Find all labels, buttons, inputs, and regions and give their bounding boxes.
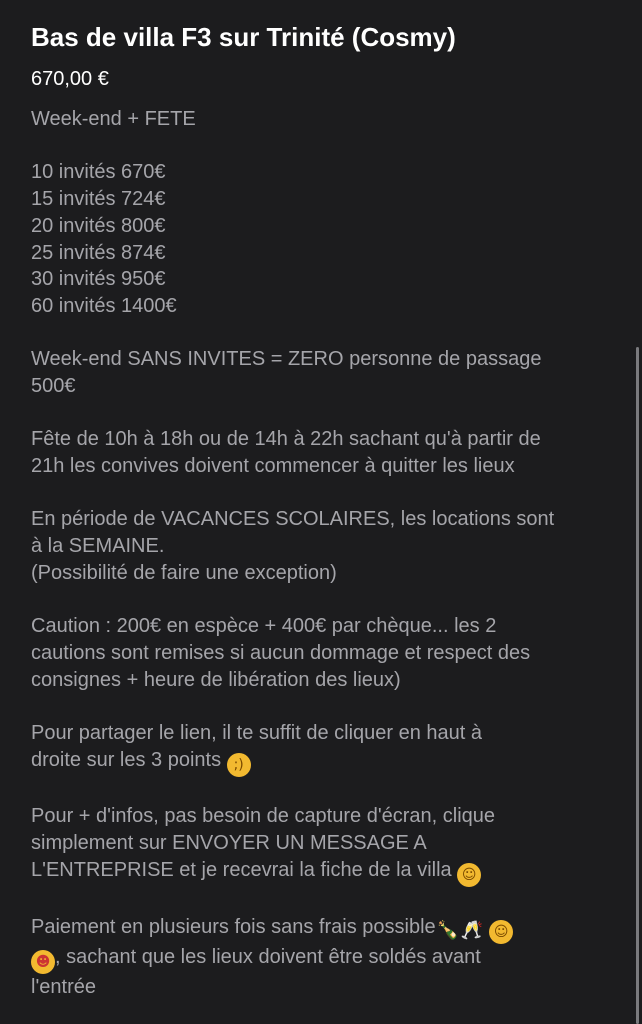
desc-line: 10 invités 670€ [31,161,166,184]
desc-line: 500€ [31,375,76,397]
desc-line: 30 invités 950€ [31,268,166,291]
desc-line: Pour partager le lien, il te suffit de c… [31,722,483,745]
champagne-bottle-icon: 🍾 [436,919,459,941]
listing-price: 670,00 € [31,68,109,90]
winking-face-icon: ;) [226,752,251,777]
desc-line: ☻, sachant que les lieux doivent être so… [31,944,616,974]
desc-line: Caution : 200€ en espèce + 400€ par chèq… [31,615,497,638]
desc-paragraph-weekend-fete: Week-end + FETE [31,106,616,133]
desc-line: droite sur les 3 points ;) [31,747,616,777]
desc-line-text: droite sur les 3 points [31,748,222,771]
desc-paragraph-school-holidays: En période de VACANCES SCOLAIRES, les lo… [31,506,616,586]
desc-line-text: L'ENTREPRISE et je recevrai la fiche de … [31,858,452,881]
desc-line: 25 invités 874€ [31,241,166,264]
desc-line: 15 invités 724€ [31,188,166,211]
desc-line-text: Paiement en plusieurs fois sans frais po… [31,915,436,938]
desc-line-text: , sachant que les lieux doivent être sol… [55,945,481,968]
desc-line: simplement sur ENVOYER UN MESSAGE A [31,832,427,855]
desc-line: 21h les convives doivent commencer à qui… [31,455,515,478]
desc-paragraph-share: Pour partager le lien, il te suffit de c… [31,720,616,777]
desc-line: 60 invités 1400€ [31,294,177,317]
desc-paragraph-guest-prices: 10 invités 670€ 15 invités 724€ 20 invit… [31,159,616,319]
hugging-face-icon: ☺ [489,919,514,944]
desc-line: (Possibilité de faire une exception) [31,561,337,584]
desc-line: cautions sont remises si aucun dommage e… [31,641,531,664]
desc-line: 20 invités 800€ [31,214,166,237]
desc-line: consignes + heure de libération des lieu… [31,668,401,691]
listing-description: Week-end + FETE 10 invités 670€ 15 invit… [31,106,616,1000]
clinking-glasses-icon: 🥂 [460,919,483,941]
desc-line: L'ENTREPRISE et je recevrai la fiche de … [31,857,616,887]
desc-line: Pour + d'infos, pas besoin de capture d'… [31,805,496,828]
desc-line: Week-end SANS INVITES = ZERO personne de… [31,348,542,371]
desc-paragraph-party-hours: Fête de 10h à 18h ou de 14h à 22h sachan… [31,426,616,479]
partying-face-icon: ☻ [31,949,55,974]
desc-line: l'entrée [31,975,96,998]
desc-line: Week-end + FETE [31,108,196,130]
desc-line: Paiement en plusieurs fois sans frais po… [31,914,616,944]
vertical-scrollbar[interactable] [636,347,639,1024]
desc-paragraph-deposit: Caution : 200€ en espèce + 400€ par chèq… [31,613,616,693]
desc-paragraph-more-info: Pour + d'infos, pas besoin de capture d'… [31,803,616,887]
desc-paragraph-no-guests: Week-end SANS INVITES = ZERO personne de… [31,346,616,399]
listing-title: Bas de villa F3 sur Trinité (Cosmy) [31,22,456,52]
desc-line: Fête de 10h à 18h ou de 14h à 22h sachan… [31,428,541,451]
hugging-face-icon: ☺ [457,862,482,887]
desc-paragraph-payment: Paiement en plusieurs fois sans frais po… [31,914,616,1001]
listing-details: Bas de villa F3 sur Trinité (Cosmy) 670,… [31,20,616,1024]
desc-line: à la SEMAINE. [31,535,165,558]
desc-line: En période de VACANCES SCOLAIRES, les lo… [31,508,555,531]
